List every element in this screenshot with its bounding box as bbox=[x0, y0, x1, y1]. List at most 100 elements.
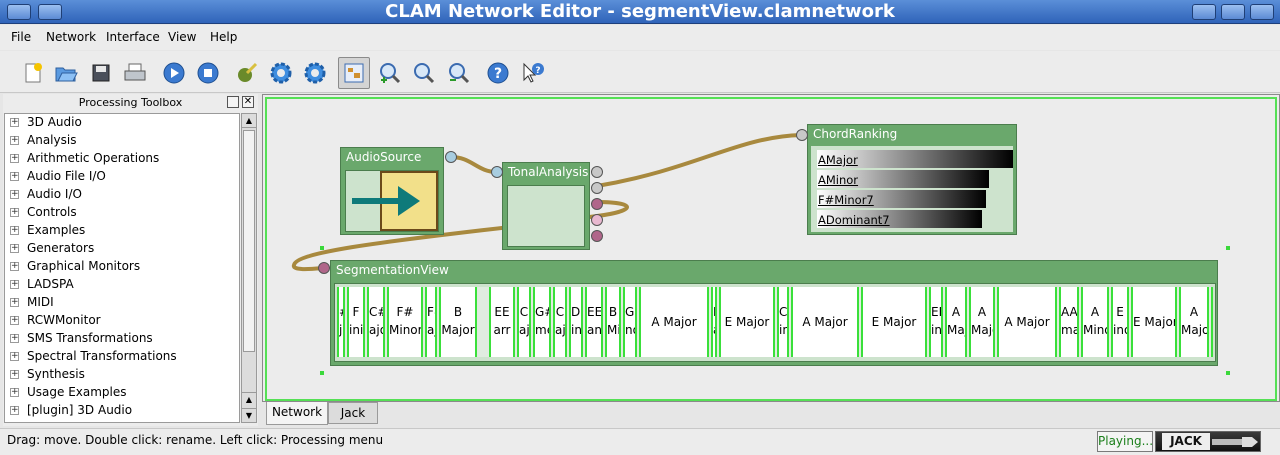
segment[interactable]: AMajor bbox=[1179, 287, 1209, 357]
play-icon[interactable] bbox=[161, 60, 187, 86]
fit-view-icon[interactable] bbox=[338, 57, 370, 89]
segment[interactable]: E Major bbox=[861, 287, 927, 357]
zoom-in-icon[interactable] bbox=[377, 60, 403, 86]
expand-icon[interactable]: + bbox=[10, 280, 19, 289]
segment[interactable]: G# mer bbox=[533, 287, 551, 357]
segment[interactable]: Eaj bbox=[711, 287, 717, 357]
segment[interactable]: # jor bbox=[337, 287, 345, 357]
chordranking-in-port[interactable] bbox=[796, 129, 808, 141]
segment[interactable]: A Major bbox=[997, 287, 1057, 357]
toolbox-category[interactable]: + Graphical Monitors bbox=[5, 258, 239, 276]
segment[interactable]: Cajor bbox=[517, 287, 531, 357]
selection-handle[interactable] bbox=[320, 246, 324, 250]
segment[interactable]: A Major bbox=[639, 287, 709, 357]
expand-icon[interactable]: + bbox=[10, 370, 19, 379]
scroll-up-icon[interactable]: ▲ bbox=[242, 392, 256, 406]
expand-icon[interactable]: + bbox=[10, 244, 19, 253]
toolbox-category[interactable]: + Synthesis bbox=[5, 366, 239, 384]
segment[interactable]: Finis bbox=[347, 287, 365, 357]
tonalanalysis-out-port-1[interactable] bbox=[591, 166, 603, 178]
expand-icon[interactable]: + bbox=[10, 172, 19, 181]
scroll-up-icon[interactable]: ▲ bbox=[242, 114, 256, 128]
menu-file[interactable]: File bbox=[11, 30, 31, 44]
segment[interactable]: Eino bbox=[1111, 287, 1129, 357]
segment[interactable]: AMajor bbox=[1211, 287, 1213, 357]
menu-network[interactable]: Network bbox=[46, 30, 96, 44]
expand-icon[interactable]: + bbox=[10, 118, 19, 127]
toolbox-category[interactable]: + Usage Examples bbox=[5, 384, 239, 402]
segment[interactable]: B Minor bbox=[605, 287, 621, 357]
expand-icon[interactable]: + bbox=[10, 262, 19, 271]
toolbox-category[interactable]: + RCWMonitor bbox=[5, 312, 239, 330]
segment[interactable]: F# aj bbox=[425, 287, 437, 357]
maximize-button[interactable] bbox=[1221, 4, 1245, 20]
segment[interactable]: AAA ma bbox=[1059, 287, 1079, 357]
segmentationview-in-port[interactable] bbox=[318, 262, 330, 274]
expand-icon[interactable]: + bbox=[10, 226, 19, 235]
segment[interactable]: E Major bbox=[1131, 287, 1177, 357]
expand-icon[interactable]: + bbox=[10, 388, 19, 397]
segment[interactable]: EE anh bbox=[585, 287, 603, 357]
help-icon[interactable]: ? bbox=[485, 60, 511, 86]
expand-icon[interactable]: + bbox=[10, 406, 19, 415]
menu-view[interactable]: View bbox=[168, 30, 196, 44]
selection-handle[interactable] bbox=[1226, 246, 1230, 250]
toolbox-category[interactable]: + Controls bbox=[5, 204, 239, 222]
expand-icon[interactable]: + bbox=[10, 190, 19, 199]
segment[interactable]: EE ino bbox=[929, 287, 943, 357]
close-icon[interactable]: ✕ bbox=[242, 96, 254, 108]
expand-icon[interactable]: + bbox=[10, 154, 19, 163]
expand-icon[interactable]: + bbox=[10, 208, 19, 217]
toolbox-category[interactable]: + Analysis bbox=[5, 132, 239, 150]
save-icon[interactable] bbox=[88, 60, 114, 86]
scroll-thumb[interactable] bbox=[243, 130, 255, 352]
toolbox-category[interactable]: + Spectral Transformations bbox=[5, 348, 239, 366]
tonalanalysis-in-port[interactable] bbox=[491, 166, 503, 178]
toolbox-category[interactable]: + Generators bbox=[5, 240, 239, 258]
toolbox-category[interactable]: + LADSPA bbox=[5, 276, 239, 294]
selection-handle[interactable] bbox=[320, 371, 324, 375]
segment[interactable]: A Minor bbox=[1081, 287, 1109, 357]
menu-help[interactable]: Help bbox=[210, 30, 237, 44]
segment[interactable]: C# ino bbox=[777, 287, 789, 357]
selection-handle[interactable] bbox=[1226, 371, 1230, 375]
stop-icon[interactable] bbox=[195, 60, 221, 86]
toolbox-scrollbar[interactable]: ▲ ▲ ▼ bbox=[241, 113, 257, 423]
close-button[interactable] bbox=[1250, 4, 1274, 20]
scroll-down-icon[interactable]: ▼ bbox=[242, 408, 256, 422]
toolbox-category[interactable]: + SMS Transformations bbox=[5, 330, 239, 348]
toolbox-category[interactable]: + Audio I/O bbox=[5, 186, 239, 204]
segment[interactable]: G#E nor bbox=[623, 287, 637, 357]
chordranking-processing[interactable]: ChordRanking AMajor AMinor F#Minor7 ADomina… bbox=[807, 124, 1017, 235]
float-icon[interactable] bbox=[227, 96, 239, 108]
expand-icon[interactable]: + bbox=[10, 334, 19, 343]
zoom-out-icon[interactable] bbox=[446, 60, 472, 86]
segment[interactable]: AMajor bbox=[945, 287, 967, 357]
segmentationview-processing[interactable]: SegmentationView #jorFinisC#AajoajeF#Min… bbox=[330, 260, 1218, 366]
segment[interactable]: D# in bbox=[569, 287, 583, 357]
toolbox-category[interactable]: + MIDI bbox=[5, 294, 239, 312]
tonalanalysis-out-port-3[interactable] bbox=[591, 198, 603, 210]
expand-icon[interactable]: + bbox=[10, 352, 19, 361]
new-file-icon[interactable] bbox=[20, 60, 46, 86]
audiosource-processing[interactable]: AudioSource bbox=[340, 147, 444, 235]
segment[interactable]: C#A ajoaje bbox=[367, 287, 385, 357]
network-canvas[interactable]: AudioSource TonalAnalysis ChordRanking A… bbox=[265, 97, 1277, 401]
configure-icon[interactable] bbox=[234, 60, 260, 86]
tonalanalysis-out-port-5[interactable] bbox=[591, 230, 603, 242]
toolbox-category[interactable]: + Examples bbox=[5, 222, 239, 240]
wire-audio-to-tonal[interactable] bbox=[450, 155, 498, 174]
segment-strip[interactable]: #jorFinisC#AajoajeF#MinorF#ajBMajorEEarr… bbox=[337, 287, 1213, 357]
segment[interactable]: E Major bbox=[719, 287, 775, 357]
segment[interactable]: Cajor bbox=[553, 287, 567, 357]
expand-icon[interactable]: + bbox=[10, 298, 19, 307]
tab-jack[interactable]: Jack bbox=[328, 402, 378, 424]
segment[interactable]: B Major bbox=[439, 287, 477, 357]
jack-logo[interactable]: JACK bbox=[1155, 431, 1261, 452]
wire-tonal-to-chord[interactable] bbox=[596, 133, 802, 188]
segment[interactable]: A Major bbox=[791, 287, 859, 357]
menu-interface[interactable]: Interface bbox=[106, 30, 160, 44]
gear-icon[interactable] bbox=[268, 60, 294, 86]
segment[interactable]: AMajor bbox=[969, 287, 995, 357]
toolbox-category[interactable]: +3D Audio bbox=[5, 114, 239, 132]
